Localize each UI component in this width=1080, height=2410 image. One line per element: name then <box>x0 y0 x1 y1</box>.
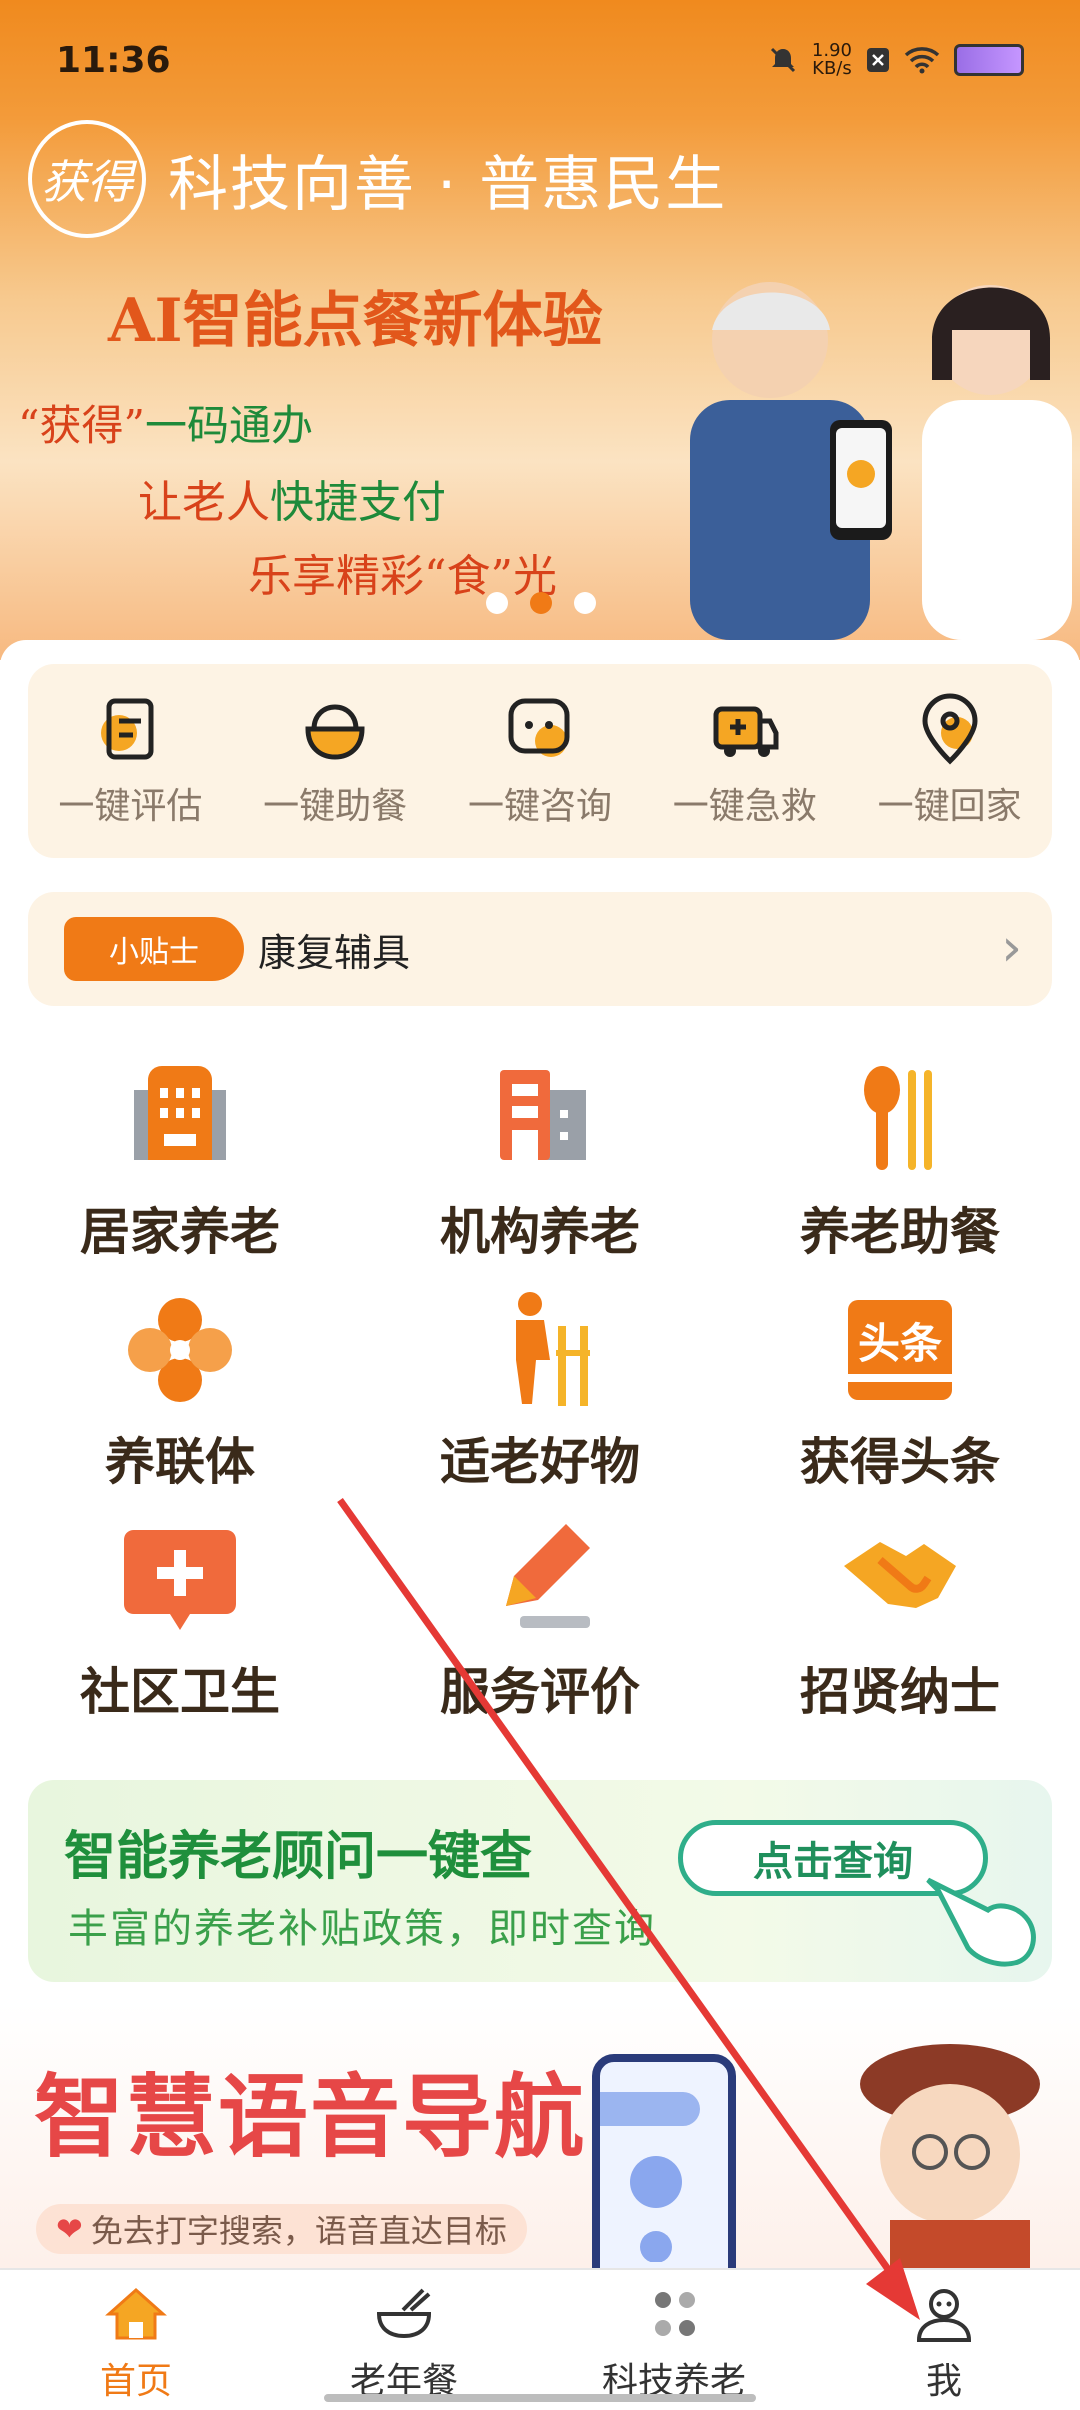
banner-line-2-a: 让老人 <box>138 477 270 528</box>
nav-home[interactable]: 首页 <box>36 2284 236 2404</box>
flower-clover-icon <box>128 1298 232 1402</box>
medical-cross-icon <box>124 1530 236 1630</box>
headline-icon-text: 头条 <box>858 1319 942 1368</box>
spoon-fork-icon <box>864 1066 932 1170</box>
brand-row: 获得 科技向善 · 普惠民生 <box>28 120 727 238</box>
banner-line-1-quote: “获得” <box>18 401 145 450</box>
quick-action-assessment[interactable]: 一键评估 <box>35 693 225 829</box>
pen-icon <box>506 1524 590 1628</box>
service-label: 招贤纳士 <box>800 1663 1000 1721</box>
service-label: 养联体 <box>105 1433 255 1491</box>
brand-slogan: 科技向善 · 普惠民生 <box>168 149 728 220</box>
service-label: 机构养老 <box>440 1203 640 1261</box>
banner-line-2-b: 快捷支付 <box>270 477 446 528</box>
elder-walker-icon <box>516 1292 590 1406</box>
banner-dot[interactable] <box>574 592 596 614</box>
brand-logo: 获得 <box>28 120 146 238</box>
service-evaluation[interactable]: 服务评价 <box>390 1520 690 1724</box>
banner-line-1: “获得”一码通办 <box>18 392 313 453</box>
voice-nav-banner[interactable]: 智慧语音导航 ❤ 免去打字搜索，语音直达目标 <box>0 2004 1080 2268</box>
quick-action-label: 一键评估 <box>58 786 203 827</box>
advisor-title: 智能养老顾问一键查 <box>64 1827 533 1887</box>
status-time: 11:36 <box>56 40 171 81</box>
nav-profile[interactable]: 我 <box>844 2284 1044 2404</box>
banner-pagination <box>486 592 596 614</box>
service-label: 适老好物 <box>440 1433 640 1491</box>
sim-off-icon <box>867 48 889 72</box>
bottom-nav: 首页 老年餐 科技养老 我 <box>0 2268 1080 2410</box>
net-speed-unit: KB/s <box>812 58 852 79</box>
tips-banner[interactable]: 小贴士 康复辅具 › <box>28 892 1052 1006</box>
quick-action-meal[interactable]: 一键助餐 <box>240 693 430 829</box>
status-bar: 11:36 1.90 KB/s <box>56 40 1024 84</box>
wifi-icon <box>904 47 940 74</box>
quick-action-label: 一键急救 <box>672 786 817 827</box>
institution-building-icon <box>500 1070 586 1160</box>
quick-action-consult[interactable]: 一键咨询 <box>445 693 635 829</box>
promo-banner[interactable]: 11:36 1.90 KB/s 获得 科技向善 · 普惠民生 AI智能点餐新体验… <box>0 0 1080 660</box>
banner-dot-active[interactable] <box>530 592 552 614</box>
service-community-health[interactable]: 社区卫生 <box>30 1520 330 1724</box>
service-label: 养老助餐 <box>800 1203 1000 1261</box>
mute-bell-icon <box>770 47 795 73</box>
service-alliance[interactable]: 养联体 <box>30 1290 330 1494</box>
ambulance-icon <box>713 706 779 757</box>
nav-label: 首页 <box>99 2361 172 2402</box>
tips-text: 康复辅具 <box>258 931 411 975</box>
bowl-chopsticks-icon <box>376 2288 432 2339</box>
voice-nav-title: 智慧语音导航 <box>34 2065 586 2170</box>
quick-action-label: 一键咨询 <box>467 786 612 827</box>
nav-label: 我 <box>925 2361 962 2402</box>
banner-line-1-rest: 一码通办 <box>144 401 313 450</box>
grandpa-illustration <box>860 2044 1040 2268</box>
profile-icon <box>916 2289 972 2342</box>
assessment-icon <box>101 698 154 760</box>
quick-action-emergency[interactable]: 一键急救 <box>650 693 840 829</box>
brand-logo-text: 获得 <box>41 155 133 209</box>
meal-bowl-icon <box>305 704 365 760</box>
service-home-care[interactable]: 居家养老 <box>30 1060 330 1264</box>
home-care-building-icon <box>134 1066 226 1160</box>
service-institution[interactable]: 机构养老 <box>390 1060 690 1264</box>
status-icons: 1.90 KB/s <box>768 42 1024 78</box>
voice-bubble-icon <box>570 2092 700 2263</box>
dots-cluster-icon <box>655 2292 695 2336</box>
service-elder-goods[interactable]: 适老好物 <box>390 1290 690 1494</box>
service-label: 社区卫生 <box>80 1663 280 1721</box>
home-icon <box>105 2287 167 2340</box>
quick-action-home[interactable]: 一键回家 <box>855 693 1045 829</box>
voice-nav-hint-text: 免去打字搜索，语音直达目标 <box>90 2212 507 2250</box>
nav-elder-meal[interactable]: 老年餐 <box>304 2284 504 2404</box>
heart-icon: ❤ <box>56 2210 83 2248</box>
service-label: 居家养老 <box>80 1203 280 1261</box>
service-headlines[interactable]: 头条 获得头条 <box>750 1290 1050 1494</box>
home-indicator <box>324 2394 756 2402</box>
quick-actions-bar: 一键评估 一键助餐 一键咨询 一键急救 一键回家 <box>28 664 1052 858</box>
banner-illustration <box>690 282 1072 640</box>
phone-illustration <box>570 2054 736 2268</box>
service-label: 获得头条 <box>800 1433 1000 1491</box>
location-pin-icon <box>922 693 978 765</box>
service-meal-aid[interactable]: 养老助餐 <box>750 1060 1050 1264</box>
banner-dot[interactable] <box>486 592 508 614</box>
banner-line-2: 让老人快捷支付 <box>138 466 446 530</box>
service-label: 服务评价 <box>440 1663 640 1721</box>
consult-chat-icon <box>508 698 570 757</box>
chevron-right-icon: › <box>1001 918 1022 978</box>
handshake-icon <box>844 1542 956 1608</box>
nav-tech-care[interactable]: 科技养老 <box>574 2284 774 2404</box>
pointing-hand-icon <box>926 1877 1036 1967</box>
net-speed: 1.90 KB/s <box>812 42 852 78</box>
service-recruitment[interactable]: 招贤纳士 <box>750 1520 1050 1724</box>
advisor-subtitle: 丰富的养老补贴政策，即时查询 <box>68 1906 656 1952</box>
headline-icon: 头条 <box>848 1300 952 1400</box>
battery-icon <box>954 44 1024 76</box>
smart-advisor-banner[interactable]: 智能养老顾问一键查 丰富的养老补贴政策，即时查询 点击查询 <box>28 1780 1052 1982</box>
quick-action-label: 一键回家 <box>877 786 1022 827</box>
tips-badge: 小贴士 <box>64 917 244 981</box>
banner-headline: AI智能点餐新体验 <box>108 286 603 356</box>
quick-action-label: 一键助餐 <box>263 786 408 827</box>
voice-nav-hint: ❤ 免去打字搜索，语音直达目标 <box>36 2204 527 2254</box>
